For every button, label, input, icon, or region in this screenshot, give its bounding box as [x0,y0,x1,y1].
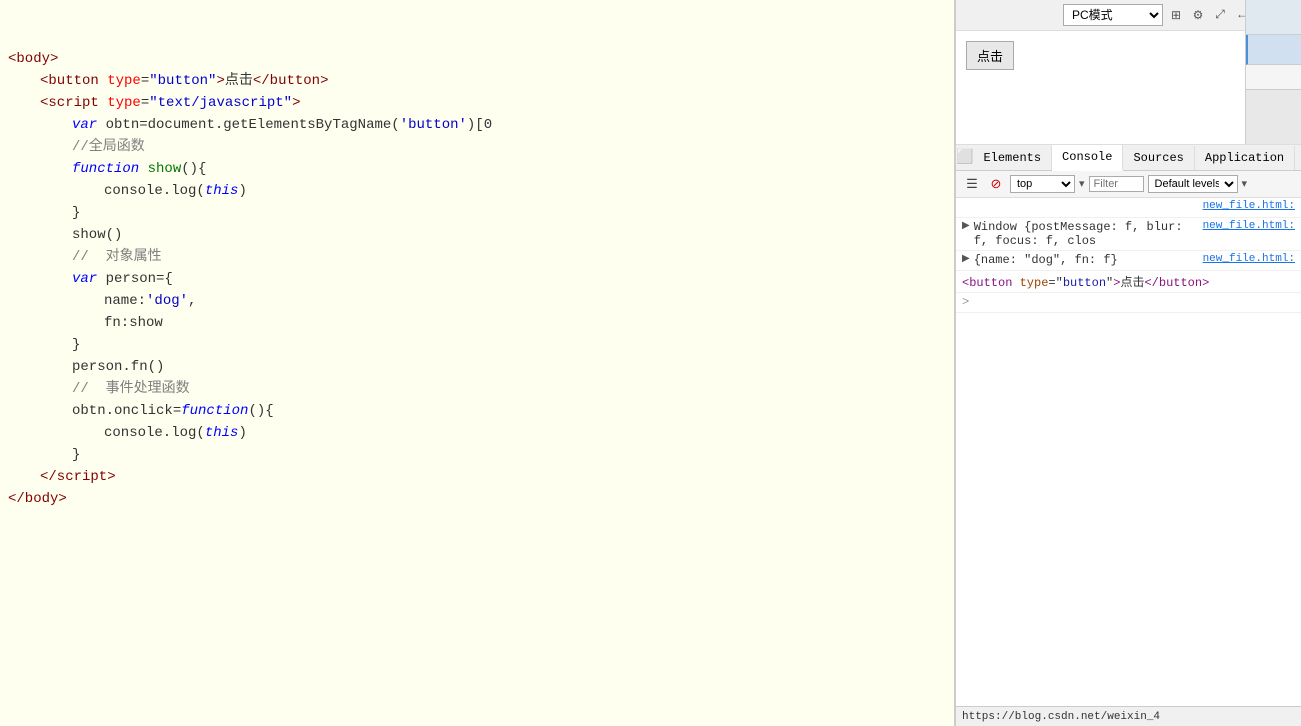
console-source-link-1[interactable]: new_file.html: [1195,200,1295,212]
code-line: </body> [0,488,954,510]
console-line: ▶ Window {postMessage: f, blur: f, focus… [956,218,1301,251]
code-line: console.log(this) [0,422,954,444]
status-url: https://blog.csdn.net/weixin_4 [962,711,1160,723]
code-line: } [0,444,954,466]
code-line-content: console.log(this) [104,180,954,202]
console-toolbar: ☰ ⊘ top ▾ Default levels ▾ [956,171,1301,198]
expand-arrow-2[interactable]: ▶ [962,253,970,265]
code-line-content: //全局函数 [72,136,954,158]
code-line-content: } [72,334,954,356]
console-person-object: {name: "dog", fn: f} [974,253,1195,267]
responsive-icon[interactable]: ⊞ [1167,6,1185,24]
inspect-icon[interactable]: ⬜ [956,148,973,168]
tab-application[interactable]: Application [1195,146,1295,170]
code-line: var obtn=document.getElementsByTagName('… [0,114,954,136]
code-line: <script type="text/javascript"> [0,92,954,114]
console-output: new_file.html: ▶ Window {postMessage: f,… [956,198,1301,706]
console-prompt-line[interactable]: > [956,293,1301,313]
console-source-link-2[interactable]: new_file.html: [1195,220,1295,232]
code-line: function show(){ [0,158,954,180]
code-line-content: <script type="text/javascript"> [40,92,954,114]
code-line: //全局函数 [0,136,954,158]
thumb-item-1[interactable] [1246,0,1301,35]
thumb-item-3[interactable] [1246,65,1301,90]
code-line: person.fn() [0,356,954,378]
code-line: obtn.onclick=function(){ [0,400,954,422]
more-tabs-button[interactable]: » [1295,146,1301,170]
status-bar: https://blog.csdn.net/weixin_4 [956,706,1301,726]
preview-click-button[interactable]: 点击 [966,41,1014,70]
code-line: show() [0,224,954,246]
code-line-content: fn:show [104,312,954,334]
code-line: // 对象属性 [0,246,954,268]
clear-console-icon[interactable]: ⊘ [986,174,1006,194]
code-editor[interactable]: <body><button type="button">点击</button><… [0,0,954,514]
code-line-content: <button type="button">点击</button> [40,70,954,92]
console-prompt-symbol: > [962,295,969,309]
console-button-tag: <button type="button">点击</button> [962,273,1295,290]
code-line-content: name:'dog', [104,290,954,312]
log-levels-select[interactable]: Default levels [1148,175,1238,193]
code-line: <button type="button">点击</button> [0,70,954,92]
code-line: <body> [0,48,954,70]
code-line: console.log(this) [0,180,954,202]
code-line-content: var person={ [72,268,954,290]
thumbnail-strip [1245,0,1301,144]
context-select[interactable]: top [1010,175,1075,193]
thumb-item-2[interactable] [1246,35,1301,65]
console-source-link-3[interactable]: new_file.html: [1195,253,1295,265]
settings-icon[interactable]: ⚙ [1189,6,1207,24]
preview-area: PC模式 移动模式 ⊞ ⚙ ⤢ ← → ↻ 点击 [956,0,1301,145]
expand-arrow-1[interactable]: ▶ [962,220,970,232]
code-line-content: </script> [40,466,954,488]
code-line-content: </body> [8,488,954,510]
code-line-content: } [72,444,954,466]
devtools-tabs: ⬜ Elements Console Sources Application » [956,145,1301,171]
devtools-panel: PC模式 移动模式 ⊞ ⚙ ⤢ ← → ↻ 点击 ⬜ Elements Cons… [955,0,1301,726]
code-line-content: // 对象属性 [72,246,954,268]
device-select[interactable]: PC模式 移动模式 [1063,4,1163,26]
code-line: name:'dog', [0,290,954,312]
code-line-content: console.log(this) [104,422,954,444]
expand-icon[interactable]: ⤢ [1211,6,1229,24]
console-line: ▶ {name: "dog", fn: f} new_file.html: [956,251,1301,271]
code-panel: <body><button type="button">点击</button><… [0,0,955,726]
code-line: var person={ [0,268,954,290]
console-filter-input[interactable] [1089,176,1144,192]
tab-elements[interactable]: Elements [973,146,1052,170]
code-line-content: <body> [8,48,954,70]
code-line-content: function show(){ [72,158,954,180]
code-line-content: obtn.onclick=function(){ [72,400,954,422]
code-line-content: // 事件处理函数 [72,378,954,400]
code-line-content: show() [72,224,954,246]
code-line: fn:show [0,312,954,334]
console-line: new_file.html: [956,198,1301,218]
code-line-content: person.fn() [72,356,954,378]
console-line: <button type="button">点击</button> [956,271,1301,293]
console-window-object: Window {postMessage: f, blur: f, focus: … [974,220,1195,248]
code-line: } [0,334,954,356]
code-line: } [0,202,954,224]
code-line-content: } [72,202,954,224]
tab-sources[interactable]: Sources [1123,146,1194,170]
code-line: // 事件处理函数 [0,378,954,400]
sidebar-toggle-icon[interactable]: ☰ [962,174,982,194]
tab-console[interactable]: Console [1052,145,1123,171]
code-line-content: var obtn=document.getElementsByTagName('… [72,114,954,136]
code-line: </script> [0,466,954,488]
